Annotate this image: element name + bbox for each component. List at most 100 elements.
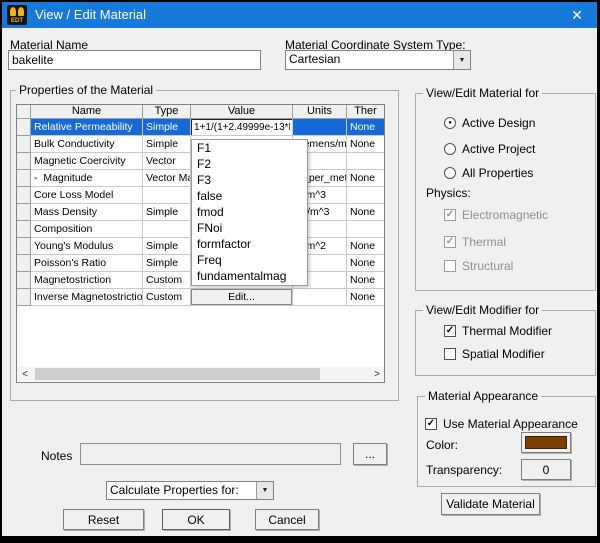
- checkbox-thermal-modifier[interactable]: ✓ Thermal Modifier: [444, 324, 552, 338]
- row-selector[interactable]: [17, 170, 31, 187]
- material-name-input[interactable]: [8, 50, 261, 70]
- transparency-button[interactable]: 0: [521, 459, 571, 480]
- cell-type[interactable]: [143, 187, 191, 204]
- value-editor-input[interactable]: [191, 119, 292, 135]
- table-row[interactable]: Relative Permeability Simple None: [17, 119, 384, 136]
- cell-name[interactable]: Magnetostriction: [31, 272, 143, 289]
- list-item[interactable]: F1: [192, 140, 307, 156]
- notes-input[interactable]: [80, 443, 341, 465]
- cell-thermal[interactable]: None: [347, 119, 384, 136]
- cell-name[interactable]: Relative Permeability: [31, 119, 143, 136]
- cell-type[interactable]: Vector Mag: [143, 170, 191, 187]
- checkbox-spatial-modifier[interactable]: Spatial Modifier: [444, 347, 545, 361]
- list-item[interactable]: fmod: [192, 204, 307, 220]
- row-selector[interactable]: [17, 153, 31, 170]
- cell-name[interactable]: Mass Density: [31, 204, 143, 221]
- row-selector[interactable]: [17, 255, 31, 272]
- row-selector[interactable]: [17, 204, 31, 221]
- checkbox-label: Structural: [462, 259, 514, 273]
- cell-thermal[interactable]: [347, 221, 384, 238]
- cell-name[interactable]: - Magnitude: [31, 170, 143, 187]
- edt-icon-label: EDT: [11, 18, 23, 24]
- material-appearance-group: ✓ Use Material Appearance Color: Transpa…: [417, 396, 596, 487]
- cell-value: Edit...: [191, 289, 293, 306]
- cell-type[interactable]: Simple: [143, 119, 191, 136]
- close-icon[interactable]: ✕: [565, 5, 589, 25]
- grid-corner-cell[interactable]: [17, 105, 31, 119]
- cell-value[interactable]: [191, 119, 293, 136]
- column-header-type[interactable]: Type: [143, 105, 191, 119]
- cell-thermal[interactable]: None: [347, 170, 384, 187]
- checkbox-label: Thermal: [462, 235, 507, 249]
- cell-thermal[interactable]: [347, 153, 384, 170]
- cell-name[interactable]: Core Loss Model: [31, 187, 143, 204]
- ok-button[interactable]: OK: [162, 509, 230, 530]
- cell-name[interactable]: Composition: [31, 221, 143, 238]
- notes-browse-button[interactable]: ...: [353, 443, 387, 465]
- row-selector[interactable]: [17, 272, 31, 289]
- cell-name[interactable]: Magnetic Coercivity: [31, 153, 143, 170]
- list-item[interactable]: formfactor: [192, 236, 307, 252]
- chevron-down-icon[interactable]: ▼: [256, 482, 273, 499]
- scroll-right-icon[interactable]: >: [370, 367, 384, 381]
- table-row[interactable]: Inverse Magnetostriction Custom Edit... …: [17, 289, 384, 306]
- coord-system-combo[interactable]: Cartesian ▼: [285, 50, 471, 70]
- cell-type[interactable]: Vector: [143, 153, 191, 170]
- cell-type[interactable]: Simple: [143, 255, 191, 272]
- radio-label: Active Project: [462, 142, 536, 156]
- scroll-left-icon[interactable]: <: [18, 367, 32, 381]
- checkbox-use-material-appearance[interactable]: ✓ Use Material Appearance: [425, 417, 578, 431]
- cell-thermal[interactable]: None: [347, 272, 384, 289]
- cell-thermal[interactable]: None: [347, 136, 384, 153]
- row-selector[interactable]: [17, 119, 31, 136]
- chevron-down-icon[interactable]: ▼: [453, 51, 470, 69]
- calculate-properties-combo[interactable]: Calculate Properties for: ▼: [106, 481, 274, 500]
- cell-thermal[interactable]: None: [347, 238, 384, 255]
- column-header-thermal[interactable]: Ther: [347, 105, 384, 119]
- column-header-name[interactable]: Name: [31, 105, 143, 119]
- cell-type[interactable]: Custom: [143, 289, 191, 306]
- radio-all-properties[interactable]: All Properties: [444, 166, 533, 180]
- row-selector[interactable]: [17, 289, 31, 306]
- cell-type[interactable]: Simple: [143, 238, 191, 255]
- cell-type[interactable]: Simple: [143, 136, 191, 153]
- cell-name[interactable]: Young's Modulus: [31, 238, 143, 255]
- list-item[interactable]: F2: [192, 156, 307, 172]
- radio-active-design[interactable]: ● Active Design: [444, 116, 535, 130]
- row-selector[interactable]: [17, 238, 31, 255]
- list-item[interactable]: Freq: [192, 252, 307, 268]
- column-header-value[interactable]: Value: [191, 105, 293, 119]
- horizontal-scrollbar[interactable]: < >: [18, 367, 384, 381]
- list-item[interactable]: FNoi: [192, 220, 307, 236]
- cell-thermal[interactable]: [347, 187, 384, 204]
- radio-icon: [444, 143, 456, 155]
- coord-system-value: Cartesian: [289, 52, 341, 66]
- cell-thermal[interactable]: None: [347, 289, 384, 306]
- cell-type[interactable]: Custom: [143, 272, 191, 289]
- reset-button[interactable]: Reset: [63, 509, 144, 530]
- cell-units[interactable]: [293, 119, 347, 136]
- cell-units[interactable]: [293, 289, 347, 306]
- row-selector[interactable]: [17, 187, 31, 204]
- list-item[interactable]: false: [192, 188, 307, 204]
- checkbox-icon: ✓: [444, 209, 456, 221]
- radio-active-project[interactable]: Active Project: [444, 142, 535, 156]
- scrollbar-thumb[interactable]: [35, 368, 320, 380]
- cell-name[interactable]: Poisson's Ratio: [31, 255, 143, 272]
- cell-name[interactable]: Inverse Magnetostriction: [31, 289, 143, 306]
- list-item[interactable]: F3: [192, 172, 307, 188]
- cell-type[interactable]: [143, 221, 191, 238]
- column-header-units[interactable]: Units: [293, 105, 347, 119]
- cell-type[interactable]: Simple: [143, 204, 191, 221]
- row-selector[interactable]: [17, 221, 31, 238]
- validate-material-button[interactable]: Validate Material: [441, 493, 540, 515]
- cell-name[interactable]: Bulk Conductivity: [31, 136, 143, 153]
- cell-thermal[interactable]: None: [347, 204, 384, 221]
- grid-header-row: Name Type Value Units Ther: [17, 105, 384, 119]
- color-swatch-button[interactable]: [521, 432, 571, 453]
- cancel-button[interactable]: Cancel: [255, 509, 319, 530]
- list-item[interactable]: fundamentalmag: [192, 268, 307, 284]
- edit-value-button[interactable]: Edit...: [191, 289, 292, 305]
- cell-thermal[interactable]: None: [347, 255, 384, 272]
- row-selector[interactable]: [17, 136, 31, 153]
